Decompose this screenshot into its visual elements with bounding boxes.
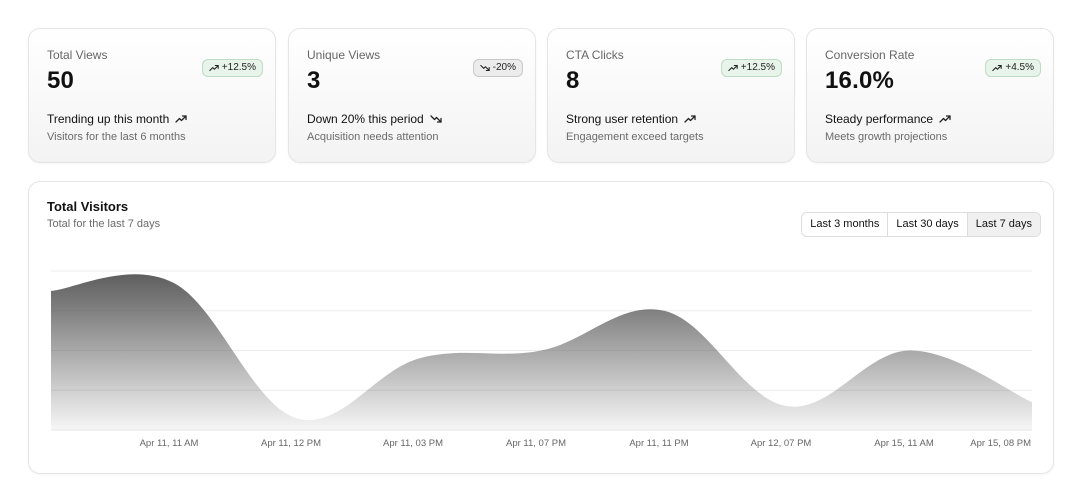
total-visitors-card: Total Visitors Total for the last 7 days… (28, 181, 1054, 474)
trending-up-icon (209, 63, 219, 73)
stat-headline: Trending up this month (47, 112, 187, 126)
headline-text: Steady performance (825, 112, 934, 126)
stat-headline: Strong user retention (566, 112, 696, 126)
stat-description: Visitors for the last 6 months (47, 131, 186, 143)
stat-label: Conversion Rate (825, 48, 915, 62)
conversion-rate-card: Conversion Rate 16.0% +4.5% Steady performa… (806, 28, 1054, 163)
stat-label: Total Views (47, 48, 108, 62)
trending-up-icon (992, 63, 1003, 73)
trending-down-icon (430, 113, 442, 125)
trending-up-icon (728, 63, 738, 73)
stat-change-badge: +12.5% (720, 59, 782, 77)
trending-down-icon (479, 63, 490, 73)
headline-text: Down 20% this period (307, 112, 424, 126)
trending-up-icon (175, 113, 187, 125)
stat-label: Unique Views (307, 48, 381, 62)
x-tick-label: Apr 11, 03 PM (383, 438, 443, 449)
x-tick-label: Apr 11, 07 PM (506, 438, 566, 449)
x-tick-label: Apr 11, 11 AM (140, 438, 199, 449)
x-tick-label: Apr 15, 08 PM (970, 438, 1031, 449)
stat-description: Meets growth projections (825, 131, 948, 143)
visitors-area-chart: Apr 11, 11 AM Apr 11, 12 PM Apr 11, 03 PM A… (51, 270, 1032, 449)
stat-description: Acquisition needs attention (307, 131, 439, 143)
badge-text: +4.5% (1005, 62, 1034, 73)
x-tick-label: Apr 11, 11 PM (629, 438, 688, 449)
stat-value: 16.0% (825, 67, 895, 94)
stat-description: Engagement exceed targets (566, 131, 704, 143)
stat-value: 50 (47, 67, 75, 94)
headline-text: Strong user retention (566, 112, 679, 126)
stat-headline: Steady performance (825, 112, 951, 126)
trending-up-icon (684, 113, 696, 125)
x-tick-label: Apr 15, 11 AM (874, 438, 934, 449)
stat-change-badge: +4.5% (985, 59, 1041, 77)
stat-headline: Down 20% this period (307, 112, 442, 126)
visitors-area-series (51, 274, 1032, 430)
stat-change-badge: +12.5% (201, 59, 263, 77)
badge-text: +12.5% (740, 62, 775, 73)
stat-value: 8 (566, 67, 580, 94)
total-views-card: Total Views 50 +12.5% Trending up this mont… (28, 28, 276, 163)
unique-views-card: Unique Views 3 -20% Down 20% this period Acq… (288, 28, 536, 163)
badge-text: -20% (492, 62, 516, 73)
stat-value: 3 (307, 67, 321, 94)
stat-label: CTA Clicks (566, 48, 624, 62)
x-tick-label: Apr 11, 12 PM (261, 438, 321, 449)
trending-up-icon (939, 113, 951, 125)
x-tick-label: Apr 12, 07 PM (751, 438, 812, 449)
badge-text: +12.5% (221, 62, 256, 73)
cta-clicks-card: CTA Clicks 8 +12.5% Strong user retention En… (547, 28, 795, 163)
stat-change-badge: -20% (472, 59, 523, 77)
headline-text: Trending up this month (47, 112, 170, 126)
